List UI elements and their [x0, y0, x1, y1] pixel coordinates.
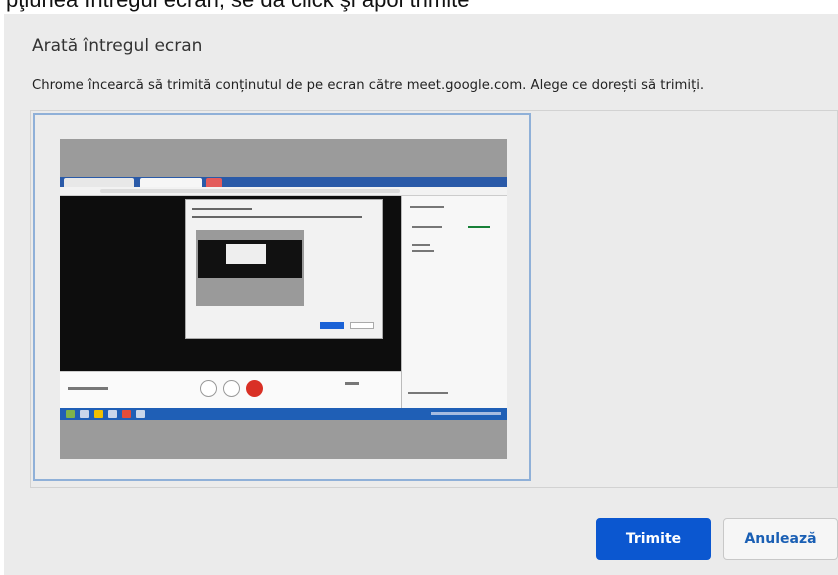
screen-thumbnail [60, 139, 507, 459]
thumb-side-panel [401, 196, 507, 408]
screen-tile-1[interactable] [33, 113, 531, 481]
dialog-title: Arată întregul ecran [32, 36, 203, 56]
screen-picker-grid [30, 110, 838, 488]
page-caption: pţiunea Întregul ecran, se dă click şi a… [6, 0, 469, 13]
thumb-windows-taskbar [60, 408, 507, 420]
dialog-subtitle: Chrome încearcă să trimită conținutul de… [32, 78, 705, 93]
thumb-browser-tabbar [60, 177, 507, 187]
thumb-meeting-controls [60, 371, 401, 409]
share-screen-dialog: Arată întregul ecran Chrome încearcă să … [4, 14, 838, 575]
cancel-button[interactable]: Anulează [723, 518, 838, 560]
thumb-address-bar [60, 187, 507, 196]
thumb-nested-dialog [185, 199, 383, 339]
share-button[interactable]: Trimite [596, 518, 711, 560]
